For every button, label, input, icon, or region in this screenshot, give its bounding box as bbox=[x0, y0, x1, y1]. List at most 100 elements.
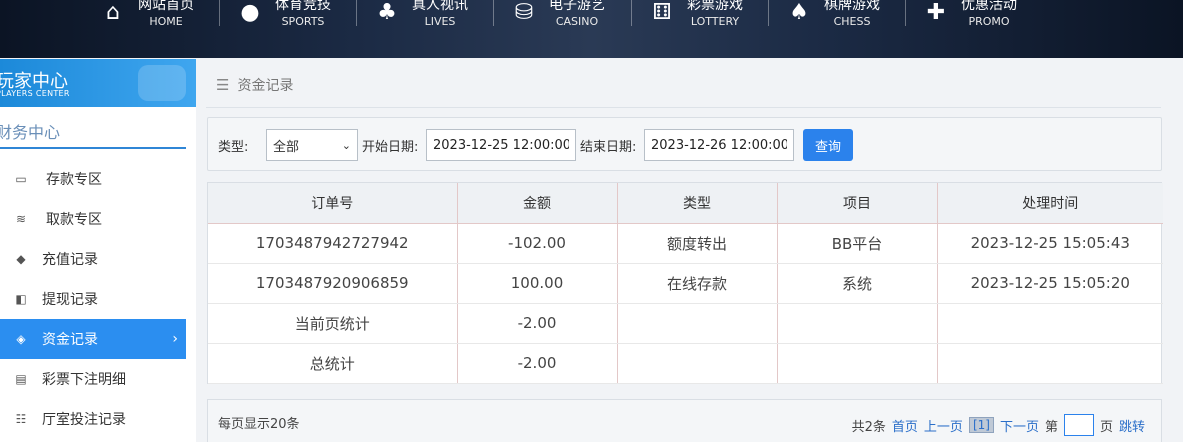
gift-icon: ✚ bbox=[926, 0, 946, 25]
end-date-label: 结束日期: bbox=[580, 140, 637, 155]
nav-home[interactable]: ⌂ 网站首页 HOME bbox=[100, 0, 194, 32]
moneybag-icon: ◆ bbox=[16, 252, 26, 266]
menu-icon: ☰ bbox=[216, 76, 230, 94]
nav-separator bbox=[905, 0, 906, 26]
cell-empty bbox=[617, 303, 778, 344]
sidebar-item-fund-records[interactable]: ◈ 资金记录 › bbox=[0, 319, 186, 359]
nav-separator bbox=[356, 0, 357, 26]
current-page: [1] bbox=[968, 417, 994, 433]
withdraw-icon: ≋ bbox=[15, 212, 27, 226]
filter-bar: 类型: 全部 ⌄ 开始日期: 结束日期: 查询 bbox=[207, 117, 1162, 171]
cell-item: BB平台 bbox=[777, 223, 938, 264]
spade-icon: ♠ bbox=[789, 0, 809, 25]
header-amount: 金额 bbox=[457, 183, 618, 224]
sidebar-item-recharge-records[interactable]: ◆ 充值记录 bbox=[0, 239, 186, 279]
sidebar-item-label: 提现记录 bbox=[42, 292, 98, 308]
nav-label: 真人视讯 bbox=[412, 0, 468, 13]
fund-icon: ◈ bbox=[16, 332, 26, 346]
type-select[interactable]: 全部 ⌄ bbox=[266, 129, 358, 161]
sidebar-item-deposit[interactable]: ▭ 存款专区 bbox=[0, 159, 186, 199]
dice-icon: ⚅ bbox=[652, 0, 672, 25]
cell-summary-label: 当前页统计 bbox=[208, 303, 458, 344]
cell-time: 2023-12-25 15:05:43 bbox=[937, 223, 1163, 264]
nav-label: 棋牌游戏 bbox=[824, 0, 880, 13]
nav-sublabel: LOTTERY bbox=[690, 14, 740, 28]
header-item: 项目 bbox=[777, 183, 938, 224]
per-page-text: 每页显示20条 bbox=[218, 417, 300, 432]
deposit-icon: ▭ bbox=[15, 172, 27, 186]
sidebar-item-label: 彩票下注明细 bbox=[42, 372, 126, 388]
next-page-link[interactable]: 下一页 bbox=[1000, 416, 1039, 435]
sidebar-item-label: 存款专区 bbox=[46, 172, 102, 188]
header-order-no: 订单号 bbox=[208, 183, 458, 224]
nav-lottery[interactable]: ⚅ 彩票游戏 LOTTERY bbox=[649, 0, 743, 32]
header-type: 类型 bbox=[617, 183, 778, 224]
players-center-header: 玩家中心 PLAYERS CENTER bbox=[0, 59, 196, 107]
page-suffix: 页 bbox=[1099, 419, 1113, 435]
nav-lives[interactable]: ♣ 真人视讯 LIVES bbox=[374, 0, 468, 32]
nav-casino[interactable]: ⛁ 电子游艺 CASINO bbox=[511, 0, 605, 32]
sidebar-item-label: 资金记录 bbox=[42, 332, 98, 348]
table-header-row: 订单号 金额 类型 项目 处理时间 bbox=[208, 183, 1163, 224]
sidebar-item-withdraw[interactable]: ≋ 取款专区 bbox=[0, 199, 186, 239]
nav-sublabel: SPORTS bbox=[281, 14, 325, 28]
basketball-icon: ● bbox=[240, 0, 260, 25]
query-button[interactable]: 查询 bbox=[803, 129, 853, 161]
cell-amount: -2.00 bbox=[457, 343, 618, 384]
players-center-subtitle: PLAYERS CENTER bbox=[0, 89, 70, 98]
cell-empty bbox=[777, 343, 938, 384]
nav-sublabel: LIVES bbox=[424, 14, 456, 28]
cell-order-no: 1703487942727942 bbox=[208, 223, 458, 264]
cell-summary-label: 总统计 bbox=[208, 343, 458, 384]
prev-page-link[interactable]: 上一页 bbox=[924, 416, 963, 435]
breadcrumb-label: 资金记录 bbox=[237, 78, 294, 94]
cell-empty bbox=[777, 303, 938, 344]
chevron-down-icon: ⌄ bbox=[341, 138, 351, 152]
nav-sports[interactable]: ● 体育竞技 SPORTS bbox=[237, 0, 331, 32]
nav-sublabel: CASINO bbox=[555, 14, 599, 28]
start-date-label: 开始日期: bbox=[362, 140, 419, 155]
slot-icon: ⛁ bbox=[514, 0, 534, 25]
top-nav: ⌂ 网站首页 HOME ● 体育竞技 SPORTS ♣ 真人视讯 LIVES ⛁ 电子… bbox=[0, 0, 1183, 58]
cell-amount: -2.00 bbox=[457, 303, 618, 344]
nav-promo[interactable]: ✚ 优惠活动 PROMO bbox=[923, 0, 1017, 32]
cell-empty bbox=[617, 343, 778, 384]
sidebar-item-lottery-bets[interactable]: ▤ 彩票下注明细 bbox=[0, 359, 186, 399]
sidebar-item-hall-bets[interactable]: ☷ 厅室投注记录 bbox=[0, 399, 186, 439]
sidebar-item-label: 厅室投注记录 bbox=[42, 412, 126, 428]
cell-order-no: 1703487920906859 bbox=[208, 263, 458, 304]
gamepad-icon bbox=[138, 65, 186, 101]
sidebar-item-label: 充值记录 bbox=[42, 252, 98, 268]
cell-type: 额度转出 bbox=[617, 223, 778, 264]
divider bbox=[206, 107, 1161, 108]
nav-label: 体育竞技 bbox=[275, 0, 331, 13]
page-number-input[interactable] bbox=[1063, 414, 1094, 436]
sidebar: 玩家中心 PLAYERS CENTER 财务中心 ▭ 存款专区 ≋ 取款专区 ◆… bbox=[0, 59, 196, 442]
nav-separator bbox=[219, 0, 220, 26]
nav-sublabel: CHESS bbox=[833, 14, 871, 28]
nav-sublabel: HOME bbox=[149, 14, 183, 28]
table-row: 1703487920906859 100.00 在线存款 系统 2023-12-… bbox=[208, 263, 1163, 304]
cards-icon: ♣ bbox=[377, 0, 397, 25]
cell-amount: 100.00 bbox=[457, 263, 618, 304]
home-icon: ⌂ bbox=[106, 0, 120, 25]
header-time: 处理时间 bbox=[937, 183, 1163, 224]
main-content: ☰ 资金记录 类型: 全部 ⌄ 开始日期: 结束日期: 查询 订单号 金额 类型… bbox=[196, 59, 1183, 442]
nav-sublabel: PROMO bbox=[968, 14, 1010, 28]
nav-label: 网站首页 bbox=[138, 0, 194, 13]
nav-chess[interactable]: ♠ 棋牌游戏 CHESS bbox=[786, 0, 880, 32]
nav-label: 电子游艺 bbox=[549, 0, 605, 13]
first-page-link[interactable]: 首页 bbox=[892, 416, 918, 435]
jump-link[interactable]: 跳转 bbox=[1119, 416, 1145, 435]
sidebar-item-withdraw-records[interactable]: ◧ 提现记录 bbox=[0, 279, 186, 319]
lottery-list-icon: ▤ bbox=[15, 372, 27, 386]
total-count: 共2条 bbox=[851, 419, 886, 435]
type-select-value: 全部 bbox=[273, 139, 300, 155]
section-underline bbox=[0, 147, 186, 149]
breadcrumb: ☰ 资金记录 bbox=[216, 75, 293, 95]
end-date-input[interactable] bbox=[644, 129, 794, 161]
start-date-input[interactable] bbox=[426, 129, 576, 161]
chevron-right-icon: › bbox=[172, 331, 178, 347]
nav-separator bbox=[768, 0, 769, 26]
cell-empty bbox=[937, 343, 1163, 384]
